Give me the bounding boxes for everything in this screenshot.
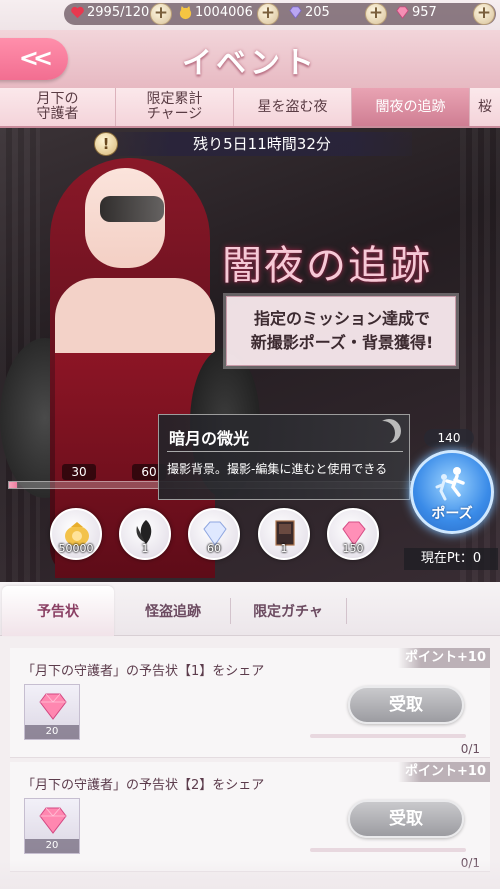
pose-label: ポーズ [431,506,473,522]
pink-diamond-value: 957 [412,4,437,20]
pink-diamond-icon [396,6,409,19]
gold-plus-button[interactable]: + [257,3,279,25]
bottom-fade [0,860,500,889]
event-description-line2: 新撮影ポーズ・背景獲得! [250,333,434,352]
gold-value: 1004006 [195,4,253,20]
pink-diamond-icon [39,693,67,720]
event-banner: 残り5日11時間32分 ! 闇夜の追跡 指定のミッション達成で 新撮影ポーズ・背… [0,128,500,582]
pink-diamond-plus-button[interactable]: + [473,3,495,25]
tab-divider [346,598,347,624]
gold-resource: 1004006 [178,3,253,21]
reward-progress-fill [9,482,18,488]
tab-notice[interactable]: 予告状 [2,586,114,636]
diamond-resource: 205 [288,3,330,21]
mission-progress-text: 0/1 [460,742,480,756]
diamond-value: 205 [305,4,330,20]
tab-limited-charge[interactable]: 限定累計 チャージ [116,88,234,126]
event-description: 指定のミッション達成で 新撮影ポーズ・背景獲得! [227,307,457,355]
tab-moonlight-guardian[interactable]: 月下の 守護者 [0,88,116,126]
resource-bar: 2995/120 + 1004006 + 205 + 957 + [0,0,500,30]
pink-diamond-resource: 957 [395,3,437,21]
running-figures-icon [435,467,465,501]
claim-button[interactable]: 受取 [348,686,464,724]
diamond-plus-button[interactable]: + [365,3,387,25]
tab-star-stealing-night[interactable]: 星を盗む夜 [234,88,352,126]
reward-gold-count: 50000 [58,542,94,555]
event-description-line1: 指定のミッション達成で [253,309,430,328]
stamina-value: 2995/120 [87,4,150,20]
reward-diamond-count: 60 [207,542,221,555]
stamina-resource: 2995/120 [70,3,149,21]
diamond-icon [289,6,302,19]
cat-coin-icon [179,5,192,19]
current-points: 現在Pt：0 [404,548,498,570]
tab-sakura[interactable]: 桜 [470,88,500,126]
pink-diamond-icon [39,807,67,834]
masquerade-mask [100,196,164,222]
event-timer: 残り5日11時間32分 [112,132,412,156]
stamina-plus-button[interactable]: + [150,3,172,25]
tier-label-30: 30 [62,464,96,480]
event-tab-bar: 月下の 守護者 限定累計 チャージ 星を盗む夜 闇夜の追跡 桜 [0,88,500,128]
mission-item: ポイント+10 「月下の守護者」の予告状【1】をシェア 20 受取 0/1 [10,648,490,758]
pose-reward-button[interactable]: ポーズ [410,450,494,534]
mission-progress-bar [310,734,466,738]
mission-reward-count: 20 [25,839,79,853]
mission-title: 「月下の守護者」の予告状【2】をシェア [22,778,265,793]
tab-divider [230,598,231,624]
page-title: イベント [182,46,318,81]
mission-reward-item[interactable]: 20 [24,684,80,740]
mission-reward-count: 20 [25,725,79,739]
mission-tab-bar: 予告状 怪盗追跡 限定ガチャ [0,582,500,636]
tab-phantom-thief-chase[interactable]: 怪盗追跡 [118,586,228,636]
item-tooltip-divider [167,451,403,452]
claim-button[interactable]: 受取 [348,800,464,838]
reward-pink-diamond-count: 150 [342,542,364,555]
tab-limited-gacha[interactable]: 限定ガチャ [232,586,344,636]
header: << イベント [0,30,500,88]
item-tooltip-text: 撮影背景。撮影-編集に進むと使用できる [167,462,388,476]
moon-icon [377,419,401,443]
tab-dark-night-chase[interactable]: 闇夜の追跡 [352,88,470,126]
event-title: 闇夜の追跡 [222,243,432,289]
pose-points-required: 140 [424,429,474,447]
mission-points-badge: ポイント+10 [398,762,490,782]
reward-feather-headpiece-count: 1 [141,542,149,555]
event-description-box: 指定のミッション達成で 新撮影ポーズ・背景獲得! [226,296,456,366]
mission-title: 「月下の守護者」の予告状【1】をシェア [22,664,265,679]
item-tooltip: 暗月の微光 撮影背景。撮影-編集に進むと使用できる [158,414,410,500]
info-icon[interactable]: ! [94,132,118,156]
mission-item: ポイント+10 「月下の守護者」の予告状【2】をシェア 20 受取 0/1 [10,762,490,872]
heart-icon [71,6,84,18]
item-tooltip-title: 暗月の微光 [169,429,250,448]
mission-progress-bar [310,848,466,852]
mission-points-badge: ポイント+10 [398,648,490,668]
reward-background-card-count: 1 [280,542,288,555]
mission-reward-item[interactable]: 20 [24,798,80,854]
